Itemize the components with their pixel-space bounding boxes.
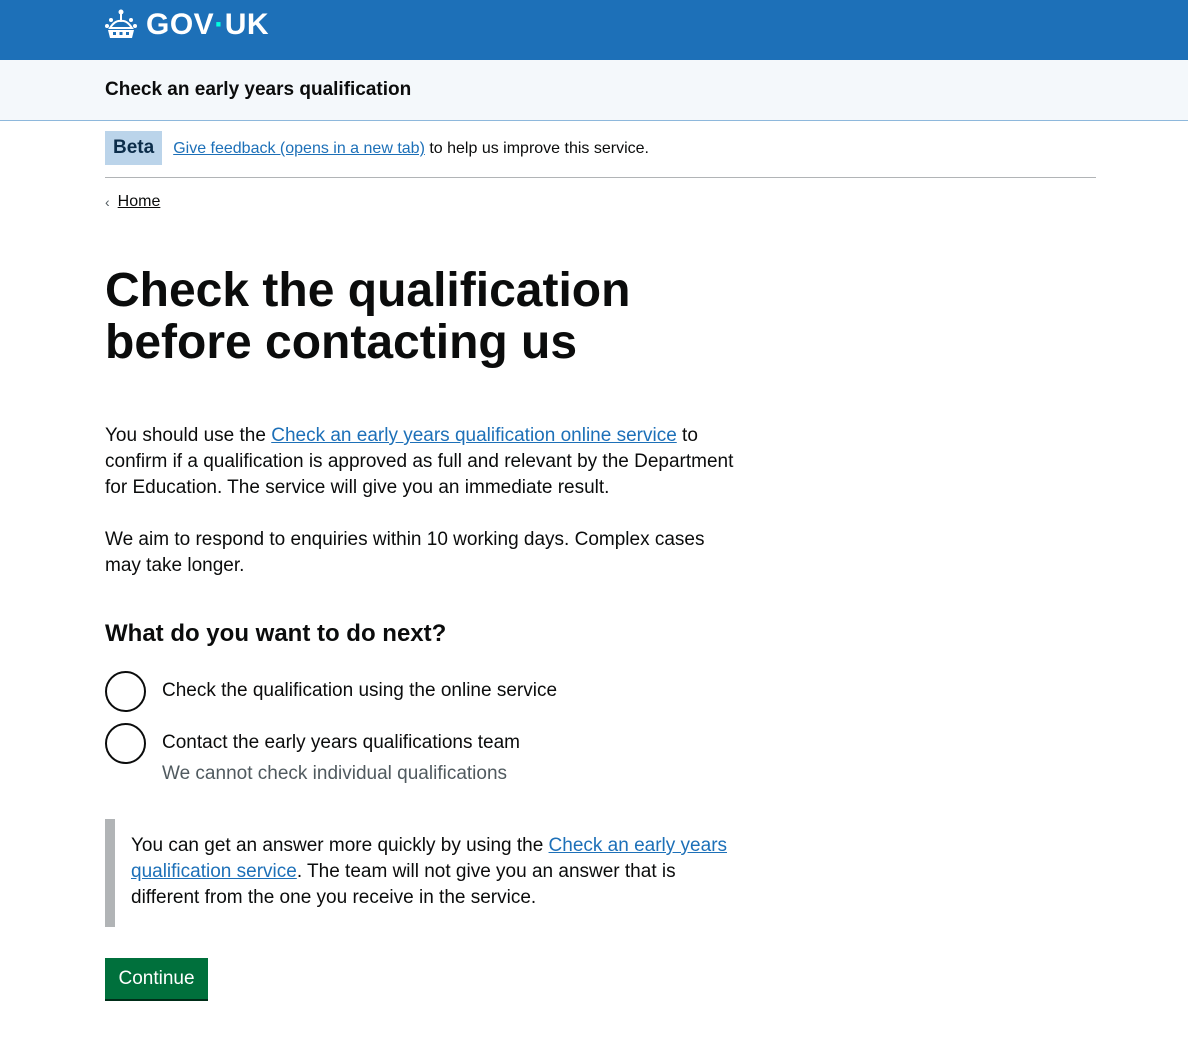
chevron-left-icon: ‹ — [105, 194, 110, 210]
breadcrumb-home-link[interactable]: Home — [118, 193, 161, 211]
govuk-logotype: GOV·UK — [146, 8, 270, 41]
phase-banner-text: Give feedback (opens in a new tab) to he… — [173, 140, 649, 157]
radio-option-check-online[interactable]: Check the qualification using the online… — [105, 671, 557, 712]
inset-text: You can get an answer more quickly by us… — [105, 819, 745, 927]
continue-button[interactable]: Continue — [105, 958, 208, 999]
govuk-logo-link[interactable]: GOV·UK — [104, 8, 269, 42]
radio-label[interactable]: Check the qualification using the online… — [162, 678, 557, 704]
response-time-paragraph: We aim to respond to enquiries within 10… — [105, 529, 705, 576]
radio-button-icon[interactable] — [105, 671, 146, 712]
service-name-link[interactable]: Check an early years qualification — [105, 79, 411, 101]
radio-label-with-hint[interactable]: Contact the early years qualifications t… — [162, 730, 520, 787]
phase-banner: Beta Give feedback (opens in a new tab) … — [105, 131, 1096, 178]
govuk-header: GOV·UK — [0, 0, 1188, 60]
breadcrumb: ‹ Home — [105, 193, 160, 211]
feedback-link[interactable]: Give feedback (opens in a new tab) — [173, 140, 425, 157]
radio-hint: We cannot check individual qualification… — [162, 763, 508, 784]
radio-option-contact-team[interactable]: Contact the early years qualifications t… — [105, 723, 520, 787]
intro-paragraph: You should use the Check an early years … — [105, 425, 734, 498]
page-title: Check the qualification before contacting… — [105, 264, 631, 369]
beta-tag: Beta — [105, 131, 163, 165]
question-heading: What do you want to do next? — [105, 620, 447, 647]
crown-icon — [105, 9, 137, 38]
online-service-link[interactable]: Check an early years qualification onlin… — [271, 425, 677, 446]
radio-button-icon[interactable] — [105, 723, 146, 764]
service-navigation: Check an early years qualification — [0, 60, 1188, 121]
